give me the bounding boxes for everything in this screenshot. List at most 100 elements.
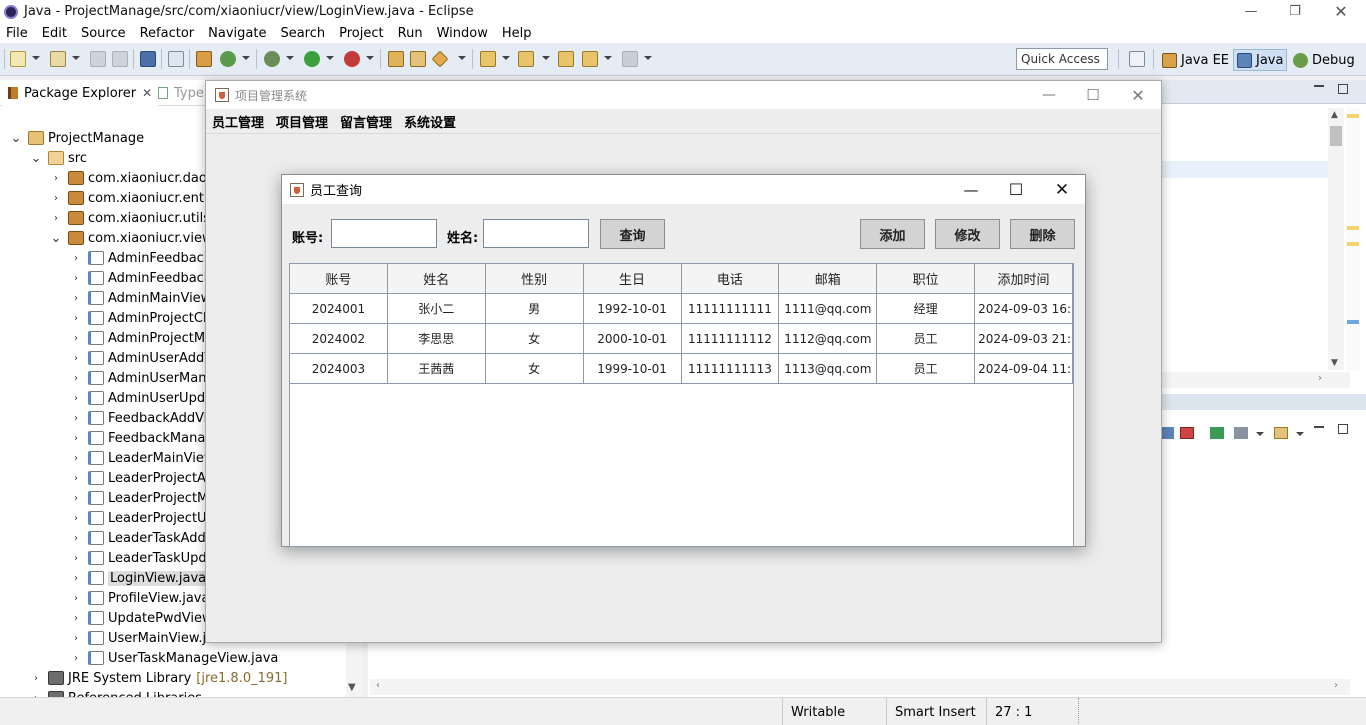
minimize-icon[interactable]: — <box>1026 81 1072 109</box>
menu-help[interactable]: Help <box>495 26 539 41</box>
column-header[interactable]: 性别 <box>485 264 584 294</box>
pencil-icon[interactable] <box>431 50 449 68</box>
scroll-down-icon[interactable]: ▼ <box>1331 358 1338 368</box>
forward-dropdown-icon[interactable] <box>644 56 652 60</box>
chevron-right-icon[interactable]: › <box>70 593 82 604</box>
chevron-right-icon[interactable]: › <box>70 473 82 484</box>
perspective-java-ee[interactable]: Java EE <box>1159 49 1232 71</box>
tree-item[interactable]: ⌄ src <box>30 148 87 168</box>
menu-refactor[interactable]: Refactor <box>133 26 202 41</box>
tree-item[interactable]: › UserMainView.jav <box>70 628 222 648</box>
maximize-view-icon[interactable] <box>1338 84 1348 94</box>
table-row[interactable]: 2024002 李思思女 2000-10-01 11111111112 1112@qq.… <box>290 324 1073 354</box>
chevron-right-icon[interactable]: › <box>70 613 82 624</box>
maximize-icon[interactable]: ☐ <box>993 175 1039 204</box>
pencil-dropdown-icon[interactable] <box>458 56 466 60</box>
save-icon[interactable] <box>90 51 106 67</box>
scroll-left-icon[interactable]: ‹ <box>376 680 380 691</box>
close-icon[interactable]: ✕ <box>1115 81 1161 109</box>
maximize-view-icon[interactable] <box>1338 424 1348 434</box>
minimize-view-icon[interactable] <box>1314 85 1324 87</box>
editor-hscrollbar[interactable]: ‹ › <box>370 679 1350 695</box>
external-tools-dropdown-icon[interactable] <box>366 56 374 60</box>
close-icon[interactable]: ✕ <box>1039 175 1085 204</box>
tree-item[interactable]: › AdminUserAddVi <box>70 348 216 368</box>
menu-file[interactable]: File <box>0 26 35 41</box>
tree-item[interactable]: › AdminProjectMar <box>70 328 218 348</box>
menu-run[interactable]: Run <box>391 26 430 41</box>
pin-console-icon[interactable] <box>1210 427 1224 439</box>
debug-dropdown-icon[interactable] <box>286 56 294 60</box>
chevron-right-icon[interactable]: › <box>50 213 62 224</box>
tree-item[interactable]: ›Referenced Libraries <box>30 688 202 697</box>
save-all-icon[interactable] <box>112 51 128 67</box>
scroll-right-icon[interactable]: › <box>1334 680 1338 691</box>
build-icon[interactable] <box>196 51 212 67</box>
external-tools-icon[interactable] <box>344 51 360 67</box>
employee-table[interactable]: 账号 姓名 性别 生日 电话 邮箱 职位 添加时间 2024001 张小二男 1992-10-01… <box>289 263 1074 547</box>
next-annotation-icon[interactable] <box>480 51 496 67</box>
tree-item[interactable]: › LoginView.java <box>70 568 209 588</box>
run-dropdown-icon[interactable] <box>326 56 334 60</box>
skip-breakpoints-icon[interactable] <box>168 51 184 67</box>
table-row[interactable]: 2024001 张小二男 1992-10-01 11111111111 1111@qq.… <box>290 294 1073 324</box>
chevron-down-icon[interactable]: ⌄ <box>10 131 22 146</box>
quick-access-input[interactable]: Quick Access <box>1016 48 1108 70</box>
console-icon[interactable] <box>140 51 156 67</box>
add-button[interactable]: 添加 <box>860 219 925 249</box>
refresh-icon[interactable] <box>220 51 236 67</box>
tree-item[interactable]: › AdminUserManag <box>70 368 223 388</box>
scroll-down-icon[interactable]: ▼ <box>348 682 356 693</box>
column-header[interactable]: 生日 <box>583 264 682 294</box>
chevron-right-icon[interactable]: › <box>70 393 82 404</box>
tree-item[interactable]: › LeaderProjectUpc <box>70 508 222 528</box>
table-row[interactable]: 2024003 王茜茜女 1999-10-01 11111111113 1113@qq.… <box>290 354 1073 384</box>
chevron-right-icon[interactable]: › <box>70 433 82 444</box>
query-button[interactable]: 查询 <box>600 219 665 249</box>
tree-item[interactable]: › LeaderProjectAdc <box>70 468 221 488</box>
console-view-icon[interactable] <box>1162 427 1174 439</box>
outline-view[interactable] <box>1160 104 1350 394</box>
menu-project[interactable]: Project <box>332 26 390 41</box>
tree-item[interactable]: › AdminFeedbackM <box>70 248 223 268</box>
display-console-icon[interactable] <box>1234 427 1248 439</box>
open-perspective-icon[interactable] <box>1129 51 1145 67</box>
new-package-icon[interactable] <box>50 51 66 67</box>
tree-item[interactable]: › com.xiaoniucr.dao <box>50 168 207 188</box>
debug-icon[interactable] <box>264 51 280 67</box>
tree-item[interactable]: › LeaderTaskUpda <box>70 548 215 568</box>
scroll-up-icon[interactable]: ▲ <box>1331 110 1338 120</box>
back-dropdown-icon[interactable] <box>604 56 612 60</box>
tree-item[interactable]: › LeaderTaskAddV <box>70 528 215 548</box>
refresh-dropdown-icon[interactable] <box>242 56 250 60</box>
scroll-thumb[interactable] <box>1330 126 1342 146</box>
warning-marker[interactable] <box>1347 114 1359 118</box>
chevron-right-icon[interactable]: › <box>30 673 42 684</box>
tree-item[interactable]: ⌄ com.xiaoniucr.view <box>50 228 213 248</box>
tree-item[interactable]: › FeedbackManage <box>70 428 222 448</box>
open-type-icon[interactable] <box>388 51 404 67</box>
tree-item[interactable]: › UserTaskManageView.java <box>70 648 278 668</box>
tab-package-explorer[interactable]: Package Explorer ✕ <box>2 80 159 106</box>
column-header[interactable]: 邮箱 <box>779 264 878 294</box>
chevron-right-icon[interactable]: › <box>50 193 62 204</box>
chevron-right-icon[interactable]: › <box>70 413 82 424</box>
occurrence-marker[interactable] <box>1347 320 1359 324</box>
tree-item[interactable]: ⌄ ProjectManage <box>10 128 145 148</box>
warning-marker[interactable] <box>1347 226 1359 230</box>
open-console-dropdown-icon[interactable] <box>1296 432 1304 436</box>
tab-type-hierarchy[interactable]: Type <box>158 80 204 106</box>
menu-navigate[interactable]: Navigate <box>201 26 273 41</box>
tree-item[interactable]: › AdminProjectChe <box>70 308 219 328</box>
name-input[interactable] <box>483 219 589 248</box>
menu-system-settings[interactable]: 系统设置 <box>398 112 462 131</box>
perspective-debug[interactable]: Debug <box>1290 49 1358 71</box>
open-console-icon[interactable] <box>1274 427 1288 439</box>
chevron-down-icon[interactable]: ⌄ <box>50 231 62 246</box>
delete-button[interactable]: 删除 <box>1010 219 1075 249</box>
tree-item[interactable]: › FeedbackAddView <box>70 408 226 428</box>
chevron-right-icon[interactable]: › <box>70 333 82 344</box>
chevron-down-icon[interactable]: ⌄ <box>30 151 42 166</box>
display-console-dropdown-icon[interactable] <box>1256 432 1264 436</box>
new-dropdown-icon[interactable] <box>32 56 40 60</box>
